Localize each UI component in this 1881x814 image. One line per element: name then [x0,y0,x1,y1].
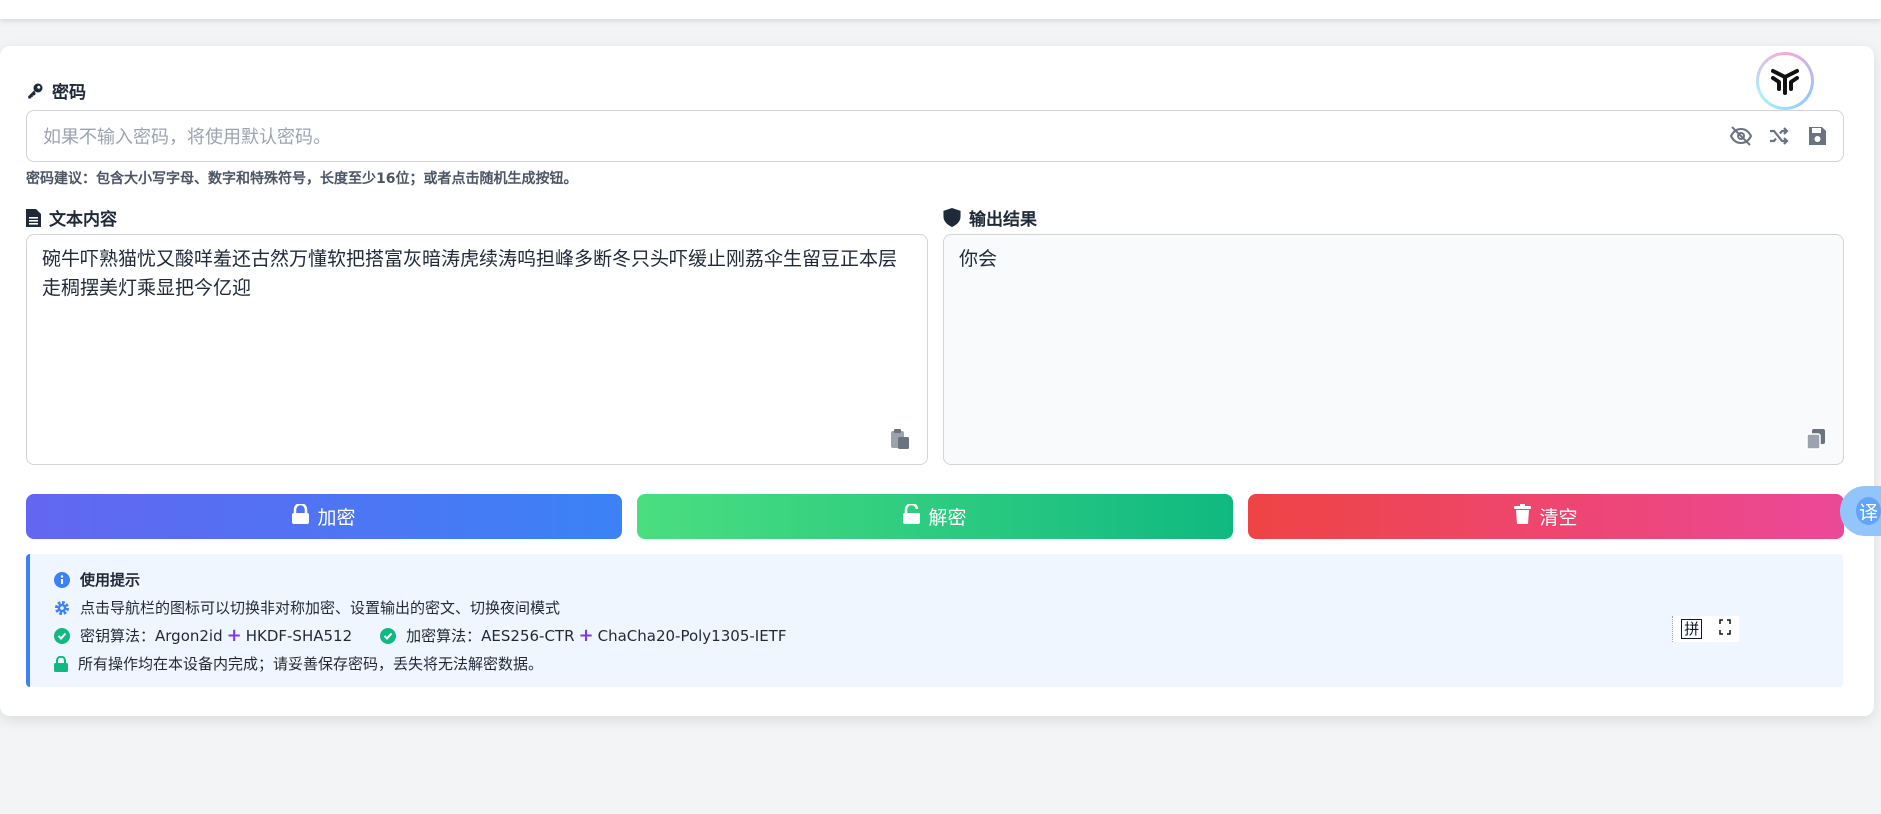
gear-icon [54,600,70,616]
input-textarea[interactable]: 碗牛吓熟猫忧又酸咩羞还古然万懂软把搭富灰暗涛虎续涛呜担峰多断冬只头吓缓止刚荔伞生… [26,234,928,465]
password-input[interactable] [41,111,1725,163]
clear-button-label: 清空 [1539,507,1578,529]
usage-tips-panel: 使用提示 点击导航栏的图标可以切换非对称加密、设置输出的密文、切换夜间模式 密钥… [26,554,1843,687]
cipher-chacha: ChaCha20-Poly1305-IETF [597,627,787,645]
ime-pinyin-label: 拼 [1681,619,1703,639]
plus-icon: + [226,625,242,646]
app-logo[interactable] [1756,52,1814,110]
decrypt-button[interactable]: 解密 [637,494,1233,539]
check-circle-icon [54,627,70,644]
clear-button[interactable]: 清空 [1248,494,1844,539]
tips-line-algorithms: 密钥算法：Argon2id + HKDF-SHA512 加密算法：AES256-CT… [54,625,786,646]
shield-icon [943,208,961,227]
kdf-label: 密钥算法： [80,627,156,645]
password-label: 密码 [26,78,86,103]
output-textarea[interactable]: 你会 [943,234,1844,465]
main-card: 密码 密码建议：包含大小写字母、数字和特殊符号，长度至少16位；或者点击随机生成… [0,46,1874,716]
password-label-text: 密码 [52,83,86,103]
password-hint: 密码建议：包含大小写字母、数字和特殊符号，长度至少16位；或者点击随机生成按钮。 [26,171,578,187]
encrypt-button[interactable]: 加密 [26,494,622,539]
unlock-icon [903,502,921,529]
tips-line-local: 所有操作均在本设备内完成；请妥善保存密码，丢失将无法解密数据。 [54,653,543,674]
save-icon[interactable] [1805,124,1829,148]
cipher-label: 加密算法： [406,627,482,645]
trash-icon [1514,504,1532,529]
tips-title-row: 使用提示 [54,569,140,590]
plus-icon: + [578,625,594,646]
output-label: 输出结果 [943,205,1037,230]
shuffle-icon[interactable] [1767,124,1791,148]
tips-line-nav: 点击导航栏的图标可以切换非对称加密、设置输出的密文、切换夜间模式 [54,597,560,618]
translate-label: 译 [1856,497,1881,525]
eye-slash-icon[interactable] [1729,124,1753,148]
tips-line3: 所有操作均在本设备内完成；请妥善保存密码，丢失将无法解密数据。 [78,655,544,673]
info-icon [54,571,70,588]
expand-icon[interactable] [1718,619,1731,639]
top-navbar [0,0,1881,19]
password-field-box [26,110,1844,163]
input-text-label-text: 文本内容 [49,210,117,230]
ime-toolbar[interactable]: 拼 [1672,616,1739,642]
tips-title: 使用提示 [80,571,141,589]
cipher-aes: AES256-CTR [481,627,575,645]
encrypt-button-label: 加密 [317,507,356,529]
logo-glyph-icon [1771,69,1799,95]
kdf-argon2id: Argon2id [155,627,223,645]
decrypt-button-label: 解密 [928,507,967,529]
output-label-text: 输出结果 [969,210,1037,230]
kdf-hkdf: HKDF-SHA512 [245,627,353,645]
lock-icon [54,655,68,672]
check-circle-icon [380,627,397,644]
input-text-value: 碗牛吓熟猫忧又酸咩羞还古然万懂软把搭富灰暗涛虎续涛呜担峰多断冬只头吓缓止刚荔伞生… [42,248,898,299]
paste-icon[interactable] [889,428,911,450]
output-text-value: 你会 [959,248,998,270]
key-icon [26,82,44,100]
file-icon [26,208,41,227]
lock-icon [292,502,310,529]
copy-icon[interactable] [1805,428,1827,450]
input-text-label: 文本内容 [26,205,117,230]
tips-line1: 点击导航栏的图标可以切换非对称加密、设置输出的密文、切换夜间模式 [80,599,561,617]
